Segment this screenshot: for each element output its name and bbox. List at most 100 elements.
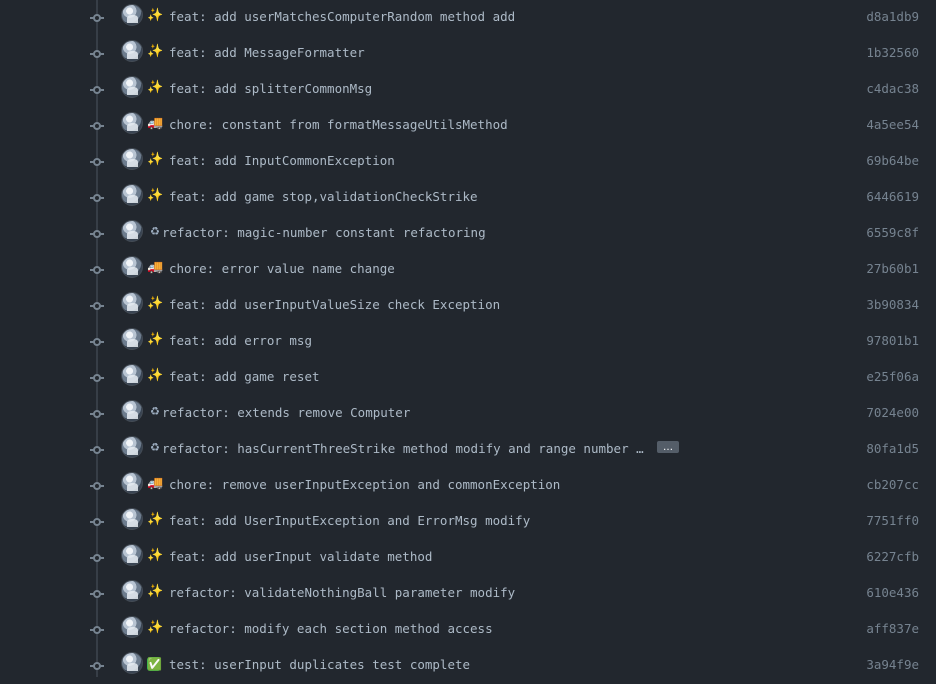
commit-message-link[interactable]: test: userInput duplicates test complete [169, 656, 689, 674]
commit-message-link[interactable]: refactor: validateNothingBall parameter … [169, 584, 689, 602]
commit-sha-link[interactable]: 3a94f9e [849, 656, 919, 674]
sparkles-icon: ✨ [147, 152, 164, 167]
commit-node-icon [90, 11, 104, 25]
commit-message-link[interactable]: feat: add MessageFormatter [169, 44, 689, 62]
commit-row[interactable]: ✨ refactor: modify each section method a… [0, 612, 936, 648]
author-avatar[interactable] [121, 472, 143, 494]
commit-row[interactable]: ✨ feat: add MessageFormatter 1b32560 [0, 36, 936, 72]
truck-icon: 🚚 [147, 476, 164, 491]
author-avatar[interactable] [121, 4, 143, 26]
commit-row[interactable]: ✨ refactor: validateNothingBall paramete… [0, 576, 936, 612]
commit-row[interactable]: ✨ feat: add UserInputException and Error… [0, 504, 936, 540]
commit-message-link[interactable]: refactor: extends remove Computer [162, 404, 652, 422]
commit-row[interactable]: ✨ feat: add error msg 97801b1 [0, 324, 936, 360]
commit-sha-link[interactable]: 6227cfb [849, 548, 919, 566]
commit-message-link[interactable]: chore: constant from formatMessageUtilsM… [169, 116, 689, 134]
commit-sha-link[interactable]: 4a5ee54 [849, 116, 919, 134]
commit-sha-link[interactable]: 7751ff0 [849, 512, 919, 530]
author-avatar[interactable] [121, 508, 143, 530]
commit-node-icon [90, 551, 104, 565]
sparkles-icon: ✨ [147, 548, 164, 563]
commit-sha-link[interactable]: 6446619 [849, 188, 919, 206]
commit-message-link[interactable]: feat: add InputCommonException [169, 152, 689, 170]
author-avatar[interactable] [121, 328, 143, 350]
commit-message-link[interactable]: feat: add UserInputException and ErrorMs… [169, 512, 689, 530]
commit-sha-link[interactable]: 69b64be [849, 152, 919, 170]
commit-message-link[interactable]: feat: add game stop,validationCheckStrik… [169, 188, 689, 206]
sparkles-icon: ✨ [147, 296, 164, 311]
commit-message-link[interactable]: refactor: modify each section method acc… [169, 620, 689, 638]
commit-node-icon [90, 659, 104, 673]
commit-row[interactable]: ✨ feat: add userInput validate method 62… [0, 540, 936, 576]
commit-node-icon [90, 47, 104, 61]
sparkles-icon: ✨ [147, 332, 164, 347]
commit-row[interactable]: 🚚 chore: remove userInputException and c… [0, 468, 936, 504]
commit-sha-link[interactable]: d8a1db9 [849, 8, 919, 26]
commit-node-icon [90, 479, 104, 493]
recycle-icon: ♻ [150, 405, 160, 418]
truck-icon: 🚚 [147, 260, 164, 275]
commit-row[interactable]: ✨ feat: add InputCommonException 69b64be [0, 144, 936, 180]
commit-sha-link[interactable]: 97801b1 [849, 332, 919, 350]
author-avatar[interactable] [121, 220, 143, 242]
commit-row[interactable]: ♻ refactor: extends remove Computer 7024… [0, 396, 936, 432]
expand-commit-message-button[interactable]: … [657, 441, 679, 453]
commit-sha-link[interactable]: 80fa1d5 [849, 440, 919, 458]
commit-message-link[interactable]: feat: add splitterCommonMsg [169, 80, 689, 98]
commit-message-link[interactable]: feat: add userInputValueSize check Excep… [169, 296, 689, 314]
truck-icon: 🚚 [147, 116, 164, 131]
commit-sha-link[interactable]: 6559c8f [849, 224, 919, 242]
commit-sha-link[interactable]: c4dac38 [849, 80, 919, 98]
author-avatar[interactable] [121, 400, 143, 422]
author-avatar[interactable] [121, 40, 143, 62]
commit-row[interactable]: 🚚 chore: error value name change 27b60b1 [0, 252, 936, 288]
commit-node-icon [90, 263, 104, 277]
commit-row[interactable]: ✅ test: userInput duplicates test comple… [0, 648, 936, 684]
commit-row[interactable]: 🚚 chore: constant from formatMessageUtil… [0, 108, 936, 144]
commit-message-link[interactable]: chore: remove userInputException and com… [169, 476, 689, 494]
recycle-icon: ♻ [150, 441, 160, 454]
commit-row[interactable]: ♻ refactor: hasCurrentThreeStrike method… [0, 432, 936, 468]
author-avatar[interactable] [121, 76, 143, 98]
author-avatar[interactable] [121, 148, 143, 170]
commit-message-link[interactable]: refactor: magic-number constant refactor… [162, 224, 652, 242]
commit-node-icon [90, 119, 104, 133]
sparkles-icon: ✨ [147, 584, 164, 599]
commit-row[interactable]: ♻ refactor: magic-number constant refact… [0, 216, 936, 252]
commit-sha-link[interactable]: 7024e00 [849, 404, 919, 422]
commit-sha-link[interactable]: cb207cc [849, 476, 919, 494]
commit-sha-link[interactable]: 27b60b1 [849, 260, 919, 278]
sparkles-icon: ✨ [147, 44, 164, 59]
commit-row[interactable]: ✨ feat: add userMatchesComputerRandom me… [0, 0, 936, 36]
commit-sha-link[interactable]: 3b90834 [849, 296, 919, 314]
sparkles-icon: ✨ [147, 8, 164, 23]
commit-node-icon [90, 587, 104, 601]
author-avatar[interactable] [121, 364, 143, 386]
author-avatar[interactable] [121, 616, 143, 638]
commit-row[interactable]: ✨ feat: add splitterCommonMsg c4dac38 [0, 72, 936, 108]
author-avatar[interactable] [121, 652, 143, 674]
author-avatar[interactable] [121, 184, 143, 206]
commit-row[interactable]: ✨ feat: add game stop,validationCheckStr… [0, 180, 936, 216]
commit-node-icon [90, 371, 104, 385]
commit-sha-link[interactable]: e25f06a [849, 368, 919, 386]
commit-message-link[interactable]: feat: add error msg [169, 332, 689, 350]
commit-row[interactable]: ✨ feat: add game reset e25f06a [0, 360, 936, 396]
author-avatar[interactable] [121, 256, 143, 278]
commit-message-link[interactable]: feat: add userInput validate method [169, 548, 689, 566]
author-avatar[interactable] [121, 544, 143, 566]
commit-sha-link[interactable]: 610e436 [849, 584, 919, 602]
commit-message-link[interactable]: feat: add game reset [169, 368, 689, 386]
author-avatar[interactable] [121, 292, 143, 314]
commit-message-link[interactable]: refactor: hasCurrentThreeStrike method m… [162, 440, 650, 458]
commit-sha-link[interactable]: aff837e [849, 620, 919, 638]
commit-message-link[interactable]: feat: add userMatchesComputerRandom meth… [169, 8, 689, 26]
commit-row[interactable]: ✨ feat: add userInputValueSize check Exc… [0, 288, 936, 324]
author-avatar[interactable] [121, 580, 143, 602]
author-avatar[interactable] [121, 112, 143, 134]
commit-list: ✨ feat: add userMatchesComputerRandom me… [0, 0, 936, 677]
commit-message-link[interactable]: chore: error value name change [169, 260, 689, 278]
commit-sha-link[interactable]: 1b32560 [849, 44, 919, 62]
author-avatar[interactable] [121, 436, 143, 458]
check-mark-icon: ✅ [147, 657, 162, 671]
